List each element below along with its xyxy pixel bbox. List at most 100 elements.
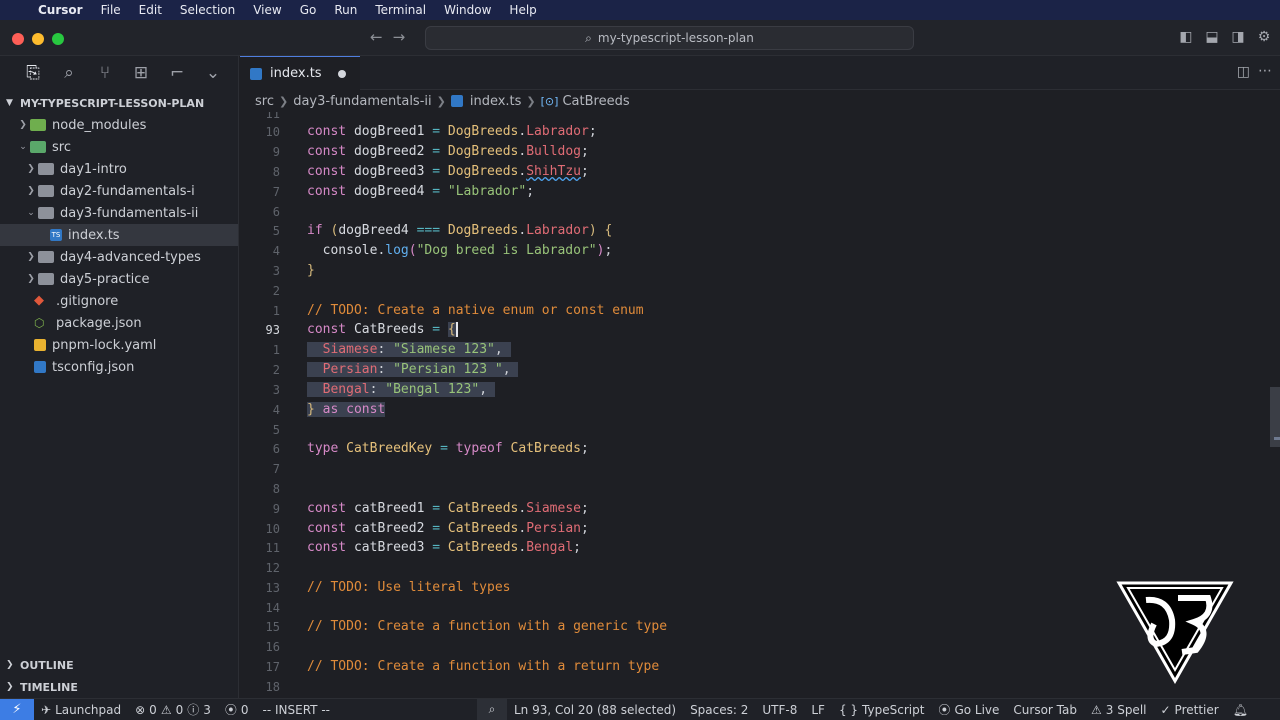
tree-item-label: src — [52, 139, 71, 155]
outline-section[interactable]: ❯ OUTLINE — [0, 654, 239, 676]
menu-file[interactable]: File — [92, 3, 130, 17]
code-line: 2 Persian: "Persian 123 ", — [240, 360, 1270, 380]
language-mode[interactable]: { } TypeScript — [832, 703, 931, 717]
tree-item-node-modules[interactable]: ❯ node_modules — [0, 114, 238, 136]
folder-icon — [38, 273, 54, 285]
tree-item-label: node_modules — [52, 117, 147, 133]
forward-arrow-icon[interactable]: → — [393, 28, 406, 46]
text-cursor — [455, 322, 458, 338]
minimize-window-button[interactable] — [32, 33, 44, 45]
pnpm-icon — [34, 339, 46, 351]
channel-logo — [1116, 581, 1234, 684]
encoding[interactable]: UTF-8 — [755, 703, 804, 717]
chevron-right-icon: ❯ — [27, 164, 35, 174]
timeline-section[interactable]: ❯ TIMELINE — [0, 676, 239, 698]
github-icon[interactable]: ⌐ — [164, 63, 190, 83]
search-icon[interactable]: ⌕ — [477, 698, 507, 720]
cursor-tab-item[interactable]: Cursor Tab — [1006, 703, 1084, 717]
code-text: // TODO: Create a native enum or const e… — [307, 303, 644, 319]
check-icon: ✓ — [1160, 702, 1171, 717]
toggle-secondary-sidebar-icon[interactable]: ◨ — [1230, 29, 1246, 45]
breadcrumb-src[interactable]: src — [255, 94, 274, 109]
tree-item-gitignore[interactable]: ◆ .gitignore — [0, 290, 238, 312]
tab-index-ts[interactable]: index.ts — [240, 56, 360, 90]
settings-gear-icon[interactable]: ⚙ — [1256, 29, 1272, 45]
menu-window[interactable]: Window — [435, 3, 500, 17]
tree-item-day4[interactable]: ❯ day4-advanced-types — [0, 246, 238, 268]
code-text: const dogBreed2 = DogBreeds.Bulldog; — [307, 144, 589, 160]
line-number: 6 — [272, 441, 280, 456]
split-editor-icon[interactable]: ◫ — [1237, 64, 1250, 80]
chevron-right-icon: ❯ — [27, 186, 35, 196]
code-line: 3 Bengal: "Bengal 123", — [240, 380, 1270, 400]
remote-icon[interactable]: ⚡ — [0, 698, 34, 720]
toggle-panel-icon[interactable]: ⬓ — [1204, 29, 1220, 45]
menu-selection[interactable]: Selection — [171, 3, 244, 17]
problems-item[interactable]: ⊗ 0 ⚠ 0 ⓘ 3 — [128, 701, 218, 718]
chevron-right-icon: ❯ — [436, 94, 446, 108]
tree-item-label: index.ts — [68, 227, 120, 243]
prettier-item[interactable]: ✓ Prettier — [1153, 703, 1225, 717]
code-line: 1 Siamese: "Siamese 123", — [240, 340, 1270, 360]
line-number: 17 — [265, 659, 280, 674]
tree-item-day1[interactable]: ❯ day1-intro — [0, 158, 238, 180]
code-text: Siamese: "Siamese 123", — [307, 342, 511, 358]
spell-item[interactable]: ⚠ 3 Spell — [1084, 703, 1154, 717]
toggle-sidebar-icon[interactable]: ◧ — [1178, 29, 1194, 45]
code-line: 4 console.log("Dog breed is Labrador"); — [240, 241, 1270, 261]
ports-item[interactable]: ⦿ 0 — [218, 701, 256, 718]
editor-scrollbar[interactable] — [1270, 112, 1280, 698]
menu-go[interactable]: Go — [291, 3, 326, 17]
chevron-down-icon: ⌄ — [27, 208, 35, 218]
tree-item-label: .gitignore — [56, 293, 119, 309]
breadcrumb-symbol[interactable]: CatBreeds — [562, 94, 629, 109]
menu-view[interactable]: View — [244, 3, 290, 17]
cursor-position[interactable]: Ln 93, Col 20 (88 selected) — [507, 703, 683, 717]
search-icon: ⌕ — [585, 30, 592, 45]
close-window-button[interactable] — [12, 33, 24, 45]
typescript-file-icon: TS — [50, 229, 62, 241]
ports-count: 0 — [240, 702, 249, 717]
line-number: 4 — [272, 402, 280, 417]
tsconfig-icon — [34, 361, 46, 373]
line-number: 1 — [272, 303, 280, 318]
back-arrow-icon[interactable]: ← — [370, 28, 383, 46]
explorer-root[interactable]: ▼ MY-TYPESCRIPT-LESSON-PLAN — [0, 92, 238, 114]
source-control-icon[interactable]: ⑂ — [92, 63, 118, 83]
tree-item-package-json[interactable]: ⬡ package.json — [0, 312, 238, 334]
more-actions-icon[interactable]: ⋯ — [1258, 63, 1272, 79]
tree-item-day3[interactable]: ⌄ day3-fundamentals-ii — [0, 202, 238, 224]
command-center-search[interactable]: ⌕ my-typescript-lesson-plan — [425, 26, 914, 50]
extensions-icon[interactable]: ⊞ — [128, 63, 154, 83]
menu-help[interactable]: Help — [500, 3, 545, 17]
tree-item-day5[interactable]: ❯ day5-practice — [0, 268, 238, 290]
typescript-file-icon — [450, 95, 463, 107]
breadcrumb-file[interactable]: index.ts — [470, 94, 522, 109]
menu-run[interactable]: Run — [325, 3, 366, 17]
menu-cursor[interactable]: Cursor — [34, 3, 92, 17]
line-number: 7 — [272, 461, 280, 476]
tree-item-day2[interactable]: ❯ day2-fundamentals-i — [0, 180, 238, 202]
folder-open-icon — [30, 141, 46, 153]
chevron-down-icon[interactable]: ⌄ — [200, 63, 226, 83]
tree-item-pnpm-lock[interactable]: pnpm-lock.yaml — [0, 334, 238, 356]
tree-item-src[interactable]: ⌄ src — [0, 136, 238, 158]
line-number: 2 — [272, 283, 280, 298]
search-icon[interactable]: ⌕ — [56, 63, 82, 83]
menu-terminal[interactable]: Terminal — [366, 3, 435, 17]
tree-item-index-ts[interactable]: TS index.ts — [0, 224, 238, 246]
tree-item-tsconfig[interactable]: tsconfig.json — [0, 356, 238, 378]
maximize-window-button[interactable] — [52, 33, 64, 45]
code-text: const catBreed3 = CatBreeds.Bengal; — [307, 540, 581, 556]
indentation[interactable]: Spaces: 2 — [683, 703, 755, 717]
code-line: 1 // TODO: Create a native enum or const … — [240, 301, 1270, 321]
notifications-bell-icon[interactable]: 🔔︎ — [1226, 703, 1255, 717]
launchpad-item[interactable]: ✈ Launchpad — [34, 703, 128, 717]
unsaved-dot-icon[interactable] — [338, 69, 346, 78]
explorer-icon[interactable]: ⎘ — [20, 63, 46, 83]
end-of-line[interactable]: LF — [804, 703, 832, 717]
go-live-button[interactable]: ⦿ Go Live — [931, 701, 1006, 718]
menu-edit[interactable]: Edit — [130, 3, 171, 17]
breadcrumb-folder[interactable]: day3-fundamentals-ii — [293, 94, 431, 109]
code-text: } as const — [307, 402, 386, 418]
